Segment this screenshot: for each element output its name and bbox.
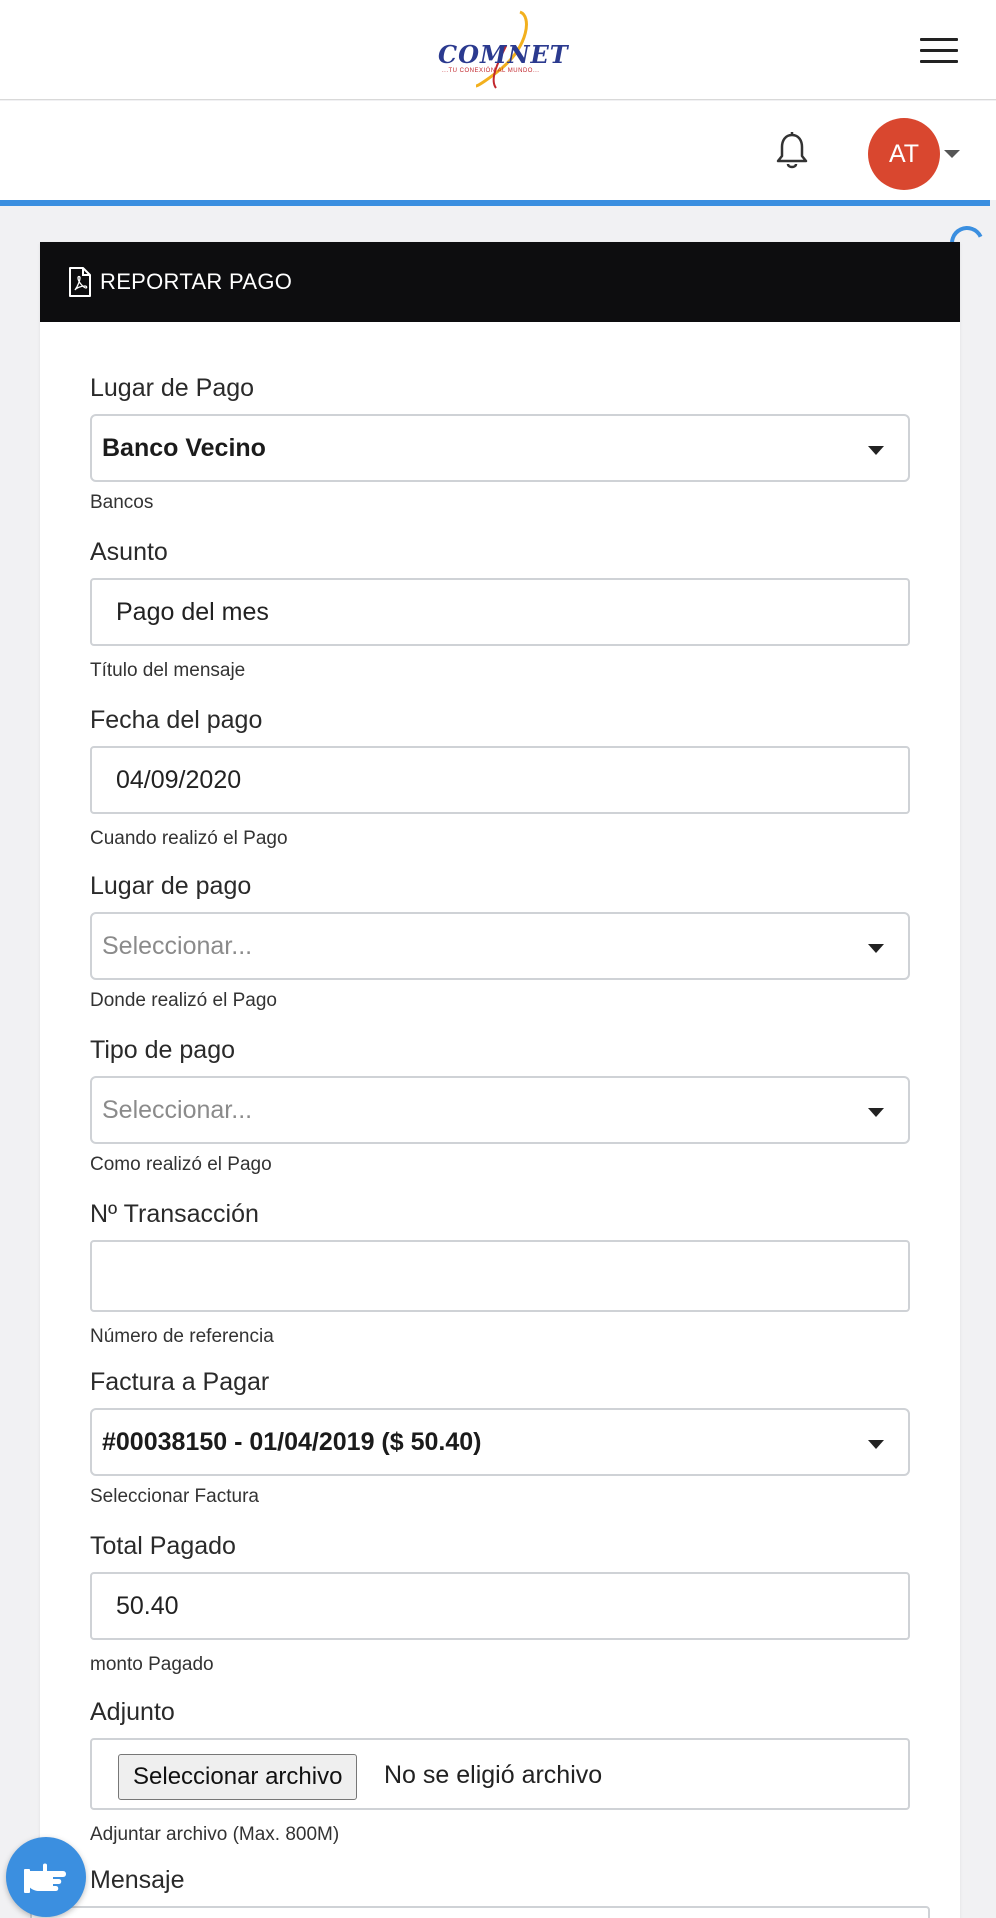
report-payment-card: REPORTAR PAGO Lugar de Pago Banco Vecino… — [40, 242, 960, 1918]
asunto-label: Asunto — [90, 538, 168, 566]
lugar-pago-label: Lugar de Pago — [90, 374, 255, 402]
hamburger-menu-icon[interactable] — [916, 36, 960, 66]
logo-tagline: ...TU CONEXIÓN AL MUNDO... — [442, 68, 540, 74]
file-status: No se eligió archivo — [384, 1761, 603, 1789]
asunto-help: Título del mensaje — [90, 660, 246, 681]
fecha-help: Cuando realizó el Pago — [90, 828, 288, 849]
chevron-down-icon — [868, 944, 884, 953]
total-help: monto Pagado — [90, 1654, 214, 1675]
lugar-pago-help: Bancos — [90, 492, 154, 513]
fecha-label: Fecha del pago — [90, 706, 263, 734]
mensaje-label: Mensaje — [90, 1866, 185, 1894]
adjunto-help: Adjuntar archivo (Max. 800M) — [90, 1824, 340, 1845]
file-input: Seleccionar archivo No se eligió archivo — [90, 1738, 910, 1810]
total-label: Total Pagado — [90, 1532, 236, 1560]
transaccion-help: Número de referencia — [90, 1326, 274, 1347]
asunto-input[interactable]: Pago del mes — [90, 578, 910, 646]
choose-file-button[interactable]: Seleccionar archivo — [118, 1754, 358, 1800]
tipo-pago-label: Tipo de pago — [90, 1036, 236, 1064]
card-header: REPORTAR PAGO — [40, 242, 960, 322]
factura-value: #00038150 - 01/04/2019 ($ 50.40) — [102, 1427, 482, 1456]
tipo-pago-select[interactable]: Seleccionar... — [90, 1076, 910, 1144]
avatar[interactable]: AT — [868, 118, 940, 190]
page-loading-bar — [0, 200, 990, 206]
logo-text: COMNET — [438, 40, 569, 69]
hand-pointer-icon[interactable] — [6, 1837, 86, 1917]
user-bar: AT — [0, 101, 996, 200]
tipo-pago-help: Como realizó el Pago — [90, 1154, 272, 1175]
chevron-down-icon — [868, 1440, 884, 1449]
transaccion-label: Nº Transacción — [90, 1200, 259, 1228]
lugar-pago-value: Banco Vecino — [102, 433, 266, 462]
lugar-de-pago-help: Donde realizó el Pago — [90, 990, 277, 1011]
fecha-input[interactable]: 04/09/2020 — [90, 746, 910, 814]
adjunto-label: Adjunto — [90, 1698, 175, 1726]
chevron-down-icon[interactable] — [944, 150, 960, 158]
comnet-logo[interactable]: COMNET ...TU CONEXIÓN AL MUNDO... — [432, 6, 572, 94]
lugar-de-pago-label: Lugar de pago — [90, 872, 252, 900]
transaccion-input[interactable] — [90, 1240, 910, 1312]
factura-help: Seleccionar Factura — [90, 1486, 259, 1507]
top-header: COMNET ...TU CONEXIÓN AL MUNDO... — [0, 0, 996, 100]
chevron-down-icon — [868, 446, 884, 455]
lugar-de-pago-placeholder: Seleccionar... — [102, 931, 253, 960]
factura-select[interactable]: #00038150 - 01/04/2019 ($ 50.40) — [90, 1408, 910, 1476]
page-title: REPORTAR PAGO — [100, 269, 293, 294]
pdf-file-icon — [69, 267, 91, 297]
factura-label: Factura a Pagar — [90, 1368, 270, 1396]
tipo-pago-placeholder: Seleccionar... — [102, 1095, 253, 1124]
lugar-pago-select[interactable]: Banco Vecino — [90, 414, 910, 482]
total-input[interactable]: 50.40 — [90, 1572, 910, 1640]
chevron-down-icon — [868, 1108, 884, 1117]
lugar-de-pago-select[interactable]: Seleccionar... — [90, 912, 910, 980]
mensaje-textarea[interactable] — [30, 1906, 930, 1918]
bell-icon[interactable] — [774, 131, 810, 171]
